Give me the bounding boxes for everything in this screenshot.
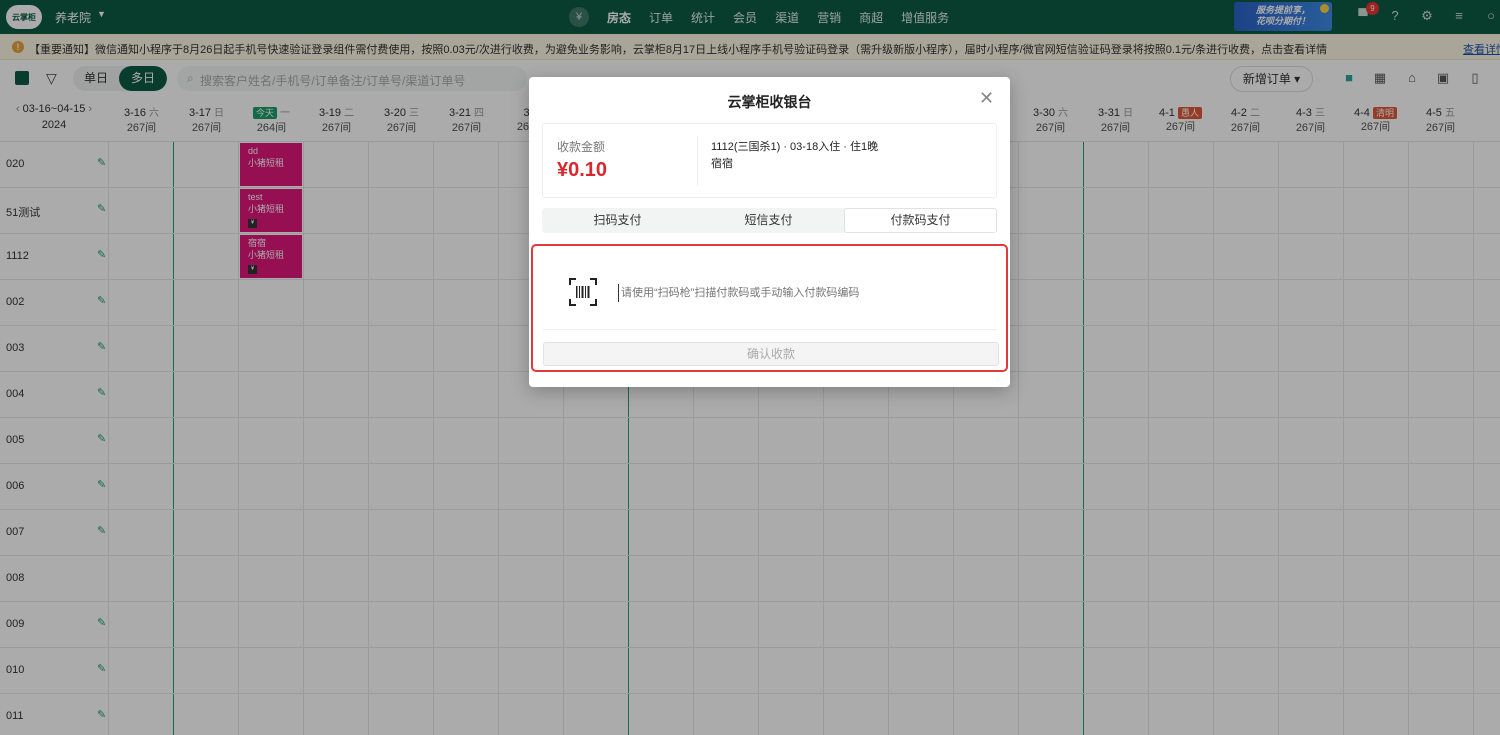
payment-code-input[interactable]	[618, 284, 988, 302]
confirm-payment-button[interactable]: 确认收款	[543, 342, 999, 366]
tab-payment-code[interactable]: 付款码支付	[844, 208, 997, 233]
payment-code-panel: 确认收款	[531, 244, 1008, 372]
panel-divider	[543, 329, 998, 330]
modal-title: 云掌柜收银台	[727, 94, 812, 110]
cashier-modal: 云掌柜收银台 ✕ 收款金额 ¥0.10 1112(三国杀1) · 03-18入住…	[529, 77, 1010, 387]
barcode-scan-icon	[569, 278, 597, 306]
card-divider	[697, 136, 698, 186]
guest-name: 宿宿	[711, 158, 733, 170]
payment-method-tabs: 扫码支付 短信支付 付款码支付	[542, 208, 997, 233]
close-icon[interactable]: ✕	[979, 89, 994, 107]
tab-scan-pay[interactable]: 扫码支付	[542, 208, 693, 233]
order-summary: 1112(三国杀1) · 03-18入住 · 住1晚	[711, 141, 879, 153]
payment-info-card: 收款金额 ¥0.10 1112(三国杀1) · 03-18入住 · 住1晚 宿宿	[542, 123, 997, 198]
amount-label: 收款金额	[557, 140, 606, 154]
tab-sms-pay[interactable]: 短信支付	[693, 208, 844, 233]
amount-value: ¥0.10	[557, 159, 608, 181]
